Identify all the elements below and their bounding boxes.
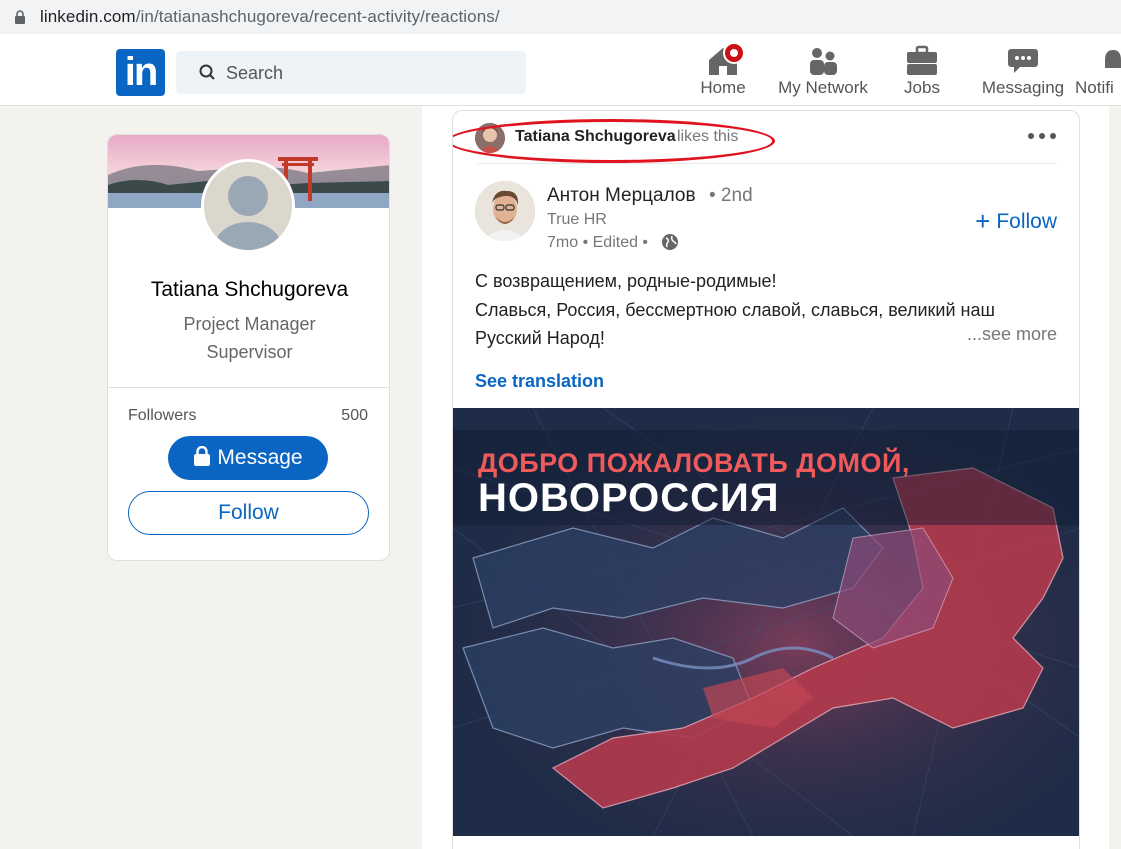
briefcase-icon [907,45,937,75]
nav-messaging-label: Messaging [981,78,1065,97]
nav-home-label: Home [700,78,746,97]
post-image[interactable]: ДОБРО ПОЖАЛОВАТЬ ДОМОЙ, НОВОРОССИЯ [453,408,1079,836]
see-translation-link[interactable]: See translation [475,371,604,392]
profile-follow-button[interactable]: Follow [128,491,369,535]
activity-divider [477,163,1057,164]
linkedin-logo[interactable]: in [116,49,165,96]
author-connection-degree: • 2nd [709,185,753,206]
profile-name[interactable]: Tatiana Shchugoreva [108,278,389,302]
followers-label: Followers [128,407,197,424]
profile-headline: Project Manager Supervisor [183,314,316,362]
nav-notifications[interactable]: Notifi [1075,44,1121,98]
plus-icon: + [975,206,991,236]
profile-avatar[interactable] [201,159,295,253]
post-text-line: С возвращением, родные-родимые! [475,271,777,291]
lock-icon [194,446,211,467]
top-nav: in Search Home My Network Jobs Messaging… [0,38,1121,106]
nav-messaging[interactable]: Messaging [980,44,1066,98]
url-path: /in/tatianashchugoreva/recent-activity/r… [135,7,500,26]
post-image-title: НОВОРОССИЯ [478,476,780,520]
url-domain: linkedin.com [40,7,136,26]
message-button-label: Message [217,446,303,469]
author-avatar[interactable] [475,181,535,241]
nav-jobs[interactable]: Jobs [900,44,944,98]
notification-badge [723,42,745,64]
nav-jobs-label: Jobs [904,78,940,97]
url-text: linkedin.com/in/tatianashchugoreva/recen… [40,7,500,27]
search-input[interactable]: Search [176,51,526,94]
address-field[interactable]: linkedin.com/in/tatianashchugoreva/recen… [0,0,1121,34]
author-headline: True HR [547,211,607,228]
globe-icon [662,234,678,250]
bell-icon [1105,50,1121,68]
author-name[interactable]: Антон Мерцалов [547,185,696,207]
network-icon [810,48,837,75]
post-follow-button[interactable]: + Follow [975,206,1057,237]
followers-count: 500 [341,407,368,424]
lock-icon [15,10,25,24]
post-follow-label: Follow [996,210,1057,233]
post-image-headline: ДОБРО ПОЖАЛОВАТЬ ДОМОЙ, [478,448,910,478]
search-placeholder: Search [226,63,284,83]
search-icon [199,64,215,80]
browser-url-bar[interactable]: linkedin.com/in/tatianashchugoreva/recen… [0,0,1121,38]
see-more-link[interactable]: ...see more [967,324,1057,345]
nav-home[interactable]: Home [697,42,749,98]
post-timestamp: 7mo • Edited • [547,234,649,251]
highlight-annotation [453,119,775,163]
profile-card: Tatiana Shchugoreva Project Manager Supe… [107,134,390,561]
message-button[interactable]: Message [168,436,328,480]
more-options-icon[interactable] [1027,131,1057,141]
nav-notifications-label: Notifi [1075,78,1114,97]
post-card: Tatiana Shchugoreva likes this Антон Мер… [452,110,1080,849]
post-text-line: Славься, Россия, бессмертною славой, сла… [475,299,995,320]
nav-my-network[interactable]: My Network [776,44,870,98]
nav-my-network-label: My Network [778,78,868,97]
messaging-icon [1008,49,1038,73]
profile-divider [108,387,389,388]
